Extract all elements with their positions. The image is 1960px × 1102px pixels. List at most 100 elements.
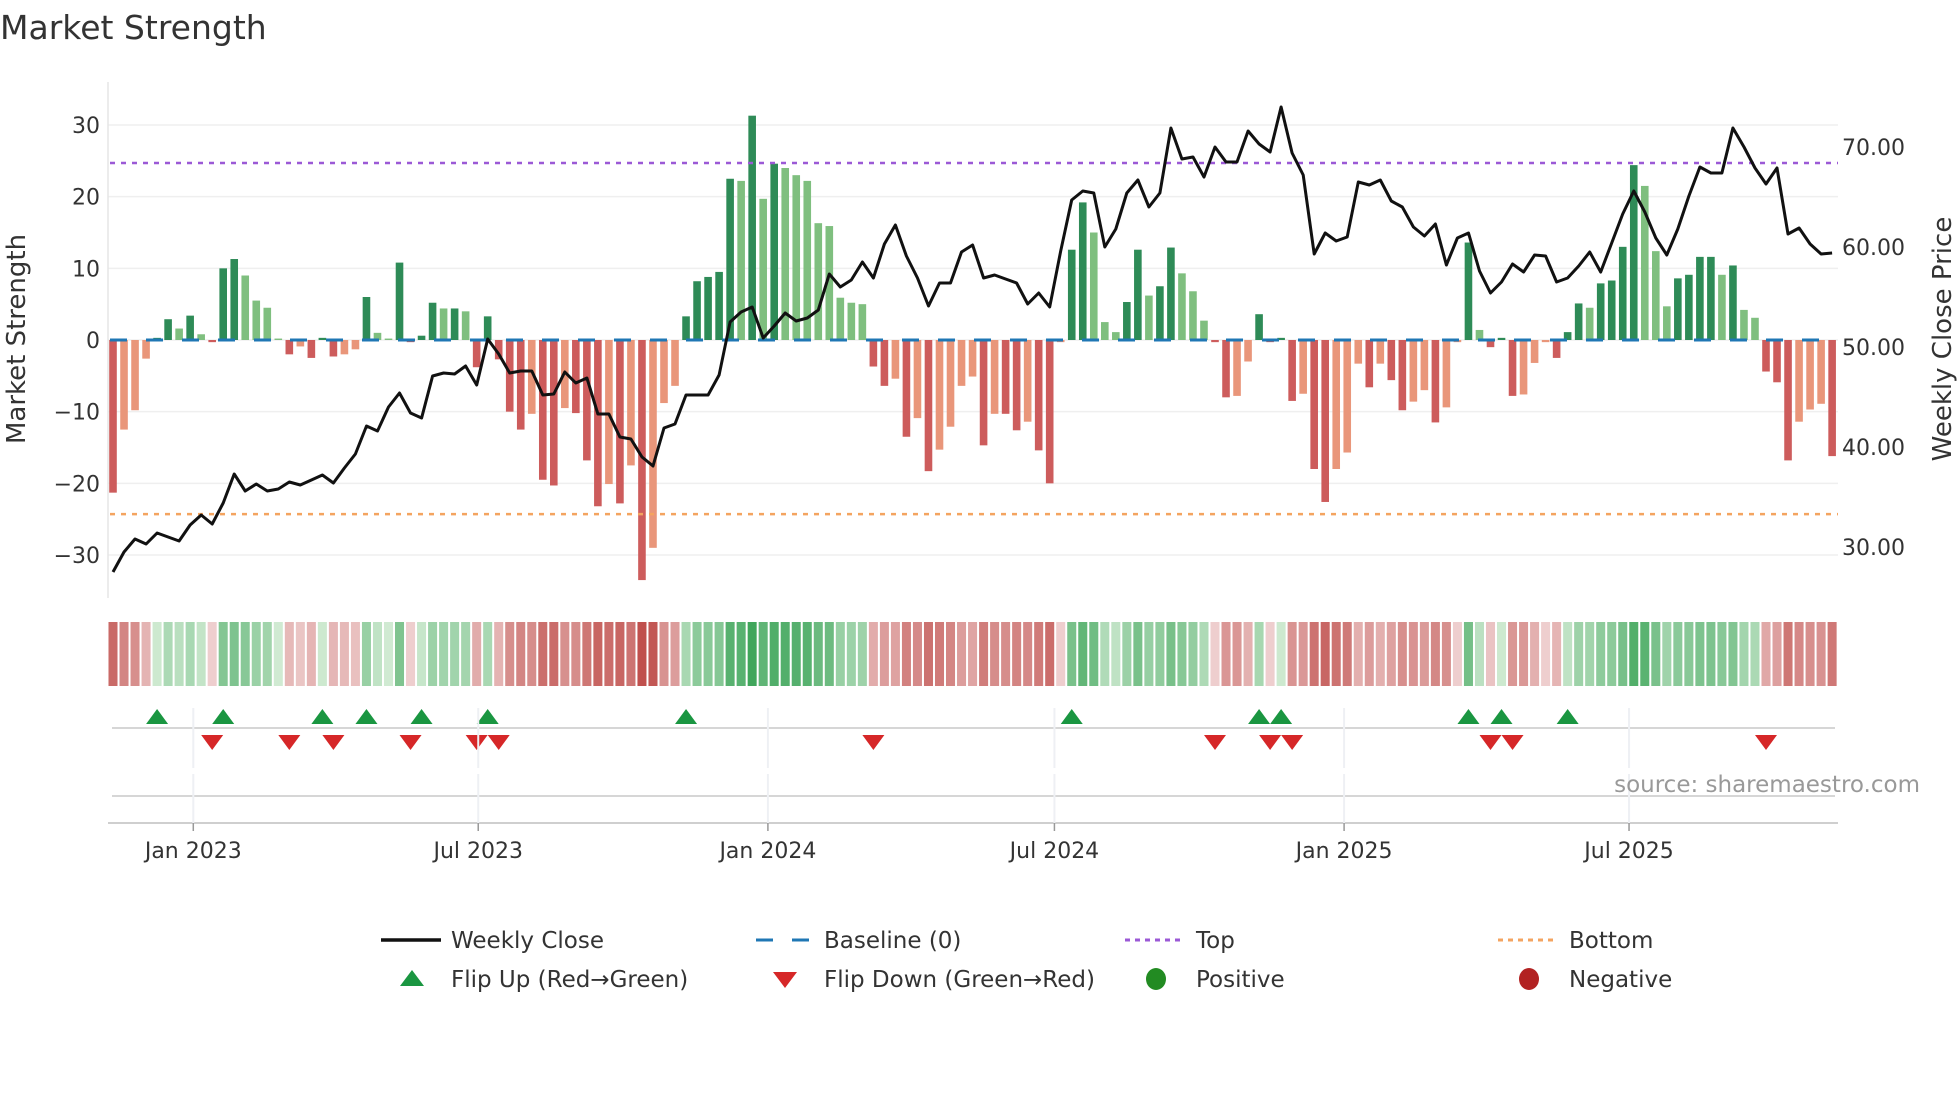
strength-bar — [285, 340, 294, 355]
strip-cell — [383, 622, 394, 686]
legend-label: Negative — [1569, 967, 1672, 993]
strip-cell — [1430, 622, 1440, 686]
source-credit: source: sharemaestro.com — [1614, 772, 1920, 798]
strength-bar — [1475, 329, 1484, 340]
flip-up-marker — [1490, 709, 1513, 724]
strip-cell — [1287, 622, 1297, 686]
y-tick-label: 0 — [86, 329, 100, 354]
strength-bar — [318, 337, 327, 340]
strength-bar — [660, 340, 668, 404]
y-tick-label: −30 — [54, 544, 100, 569]
strip-cell — [703, 622, 713, 686]
flip-down-marker — [1204, 735, 1226, 750]
strip-cell — [1706, 622, 1716, 686]
strip-cell — [1012, 622, 1022, 686]
strip-cell — [1089, 622, 1099, 686]
strip-cell — [317, 622, 327, 686]
circle-icon — [1519, 968, 1539, 990]
strip-cell — [1717, 622, 1727, 686]
strip-cell — [1629, 622, 1639, 686]
strip-cell — [306, 622, 316, 686]
strip-cell — [1651, 622, 1661, 686]
flip-up-marker — [675, 709, 698, 724]
legend-item: Flip Up (Red→Green) — [400, 967, 688, 993]
strength-heat-strip — [108, 622, 1837, 686]
strip-cell — [571, 622, 581, 686]
legend-label: Flip Up (Red→Green) — [451, 967, 688, 993]
strength-bar — [263, 307, 272, 340]
strength-bar — [1740, 309, 1748, 340]
strip-cell — [1662, 622, 1672, 686]
flip-down-marker — [201, 735, 224, 750]
circle-icon — [1146, 968, 1166, 990]
strength-bar — [726, 178, 734, 340]
strip-cell — [1750, 622, 1760, 686]
strip-cell — [1309, 622, 1319, 686]
strength-bar — [891, 340, 900, 379]
strength-bar — [230, 259, 239, 340]
strip-cell — [1474, 622, 1484, 686]
strength-bar — [792, 175, 801, 340]
strength-bar — [538, 340, 547, 480]
strip-cell — [912, 622, 922, 686]
strength-bar — [1508, 340, 1517, 396]
strength-bar — [1652, 251, 1660, 340]
strip-cell — [1695, 622, 1705, 686]
strength-bar — [1222, 340, 1230, 398]
strip-cell — [328, 622, 338, 686]
strip-cell — [946, 622, 956, 686]
strength-bar — [1012, 340, 1021, 431]
strength-bar — [704, 276, 712, 340]
strength-bar — [351, 340, 360, 350]
strip-cell — [1563, 622, 1573, 686]
flip-down-marker — [278, 735, 301, 750]
strip-cell — [218, 622, 228, 686]
strip-cell — [824, 622, 834, 686]
strength-bar — [219, 268, 227, 340]
strip-cell — [725, 622, 735, 686]
strip-cell — [1618, 622, 1628, 686]
strength-bar — [1828, 340, 1836, 457]
strip-cell — [791, 622, 801, 686]
strip-cell — [1519, 622, 1529, 686]
strip-cell — [1673, 622, 1683, 686]
strip-cell — [251, 622, 261, 686]
strength-bar — [1023, 340, 1032, 422]
strength-bar — [1244, 340, 1252, 362]
strip-cell — [1783, 622, 1793, 686]
strip-cell — [1045, 622, 1055, 686]
strip-cell — [1816, 622, 1826, 686]
x-tick-label: Jul 2025 — [1582, 839, 1674, 864]
strength-bar — [483, 316, 492, 340]
strength-bar — [1685, 274, 1693, 340]
y-tick-label: 10 — [72, 257, 100, 282]
strength-bar — [1365, 340, 1374, 388]
strip-cell — [1386, 622, 1396, 686]
strength-bar — [417, 335, 426, 340]
strip-cell — [538, 622, 548, 686]
strip-cell — [130, 622, 140, 686]
flip-up-marker — [410, 709, 433, 724]
strength-bar — [572, 340, 580, 414]
strip-cell — [1100, 622, 1110, 686]
strength-bar — [1519, 340, 1528, 395]
strength-bar — [395, 262, 404, 340]
strength-bar — [1464, 242, 1473, 340]
strength-bar — [329, 340, 338, 357]
strip-cell — [780, 622, 790, 686]
strip-cell — [604, 622, 614, 686]
strip-cell — [1408, 622, 1418, 686]
flip-down-marker — [862, 735, 885, 750]
strip-cell — [1640, 622, 1650, 686]
strip-cell — [1111, 622, 1121, 686]
strip-cell — [1684, 622, 1694, 686]
y-tick-label: 20 — [72, 186, 100, 211]
x-tick-label: Jul 2024 — [1008, 839, 1100, 864]
strength-bar — [120, 340, 128, 430]
strength-bar — [1001, 340, 1010, 414]
flip-down-marker — [1479, 735, 1502, 750]
strength-bar — [131, 340, 139, 411]
strength-bar — [1332, 340, 1341, 469]
strip-cell — [527, 622, 537, 686]
strength-bar — [759, 198, 767, 340]
